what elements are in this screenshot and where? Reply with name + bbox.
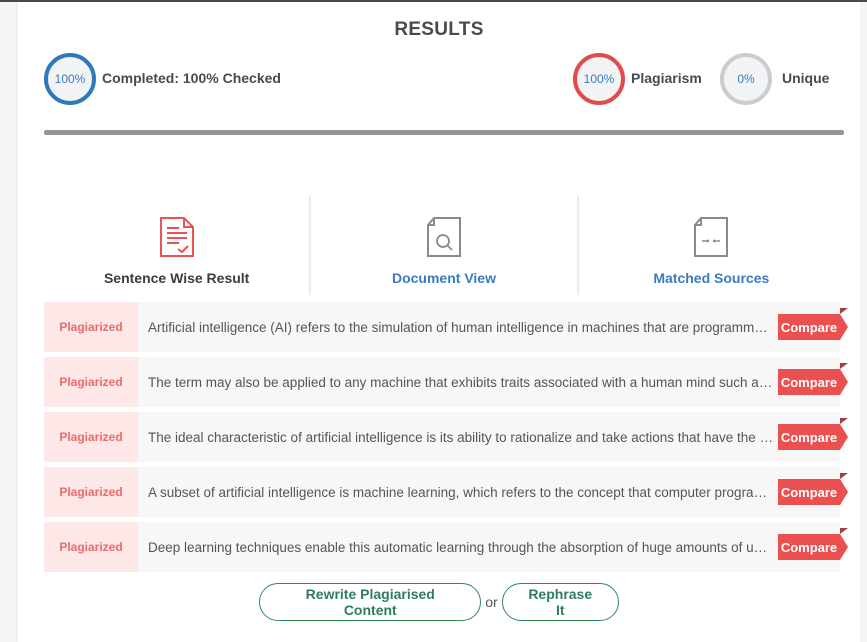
plagiarism-circle: 100%	[573, 53, 625, 105]
page-title: RESULTS	[394, 19, 484, 40]
rewrite-actions: Rewrite Plagiarised Content or Rephrase …	[18, 583, 860, 621]
result-row: Plagiarized Deep learning techniques ena…	[44, 522, 848, 572]
completed-label: Completed: 100% Checked	[102, 70, 281, 86]
sentence-text: Deep learning techniques enable this aut…	[148, 539, 774, 555]
progress-bar-fill	[44, 130, 844, 135]
unique-value: 0%	[737, 72, 755, 86]
plagiarism-label: Plagiarism	[631, 70, 702, 86]
compare-button[interactable]: Compare	[778, 363, 848, 395]
rewrite-plagiarised-content-button[interactable]: Rewrite Plagiarised Content	[259, 583, 482, 621]
tab-label: Sentence Wise Result	[103, 270, 250, 286]
completed-value: 100%	[54, 72, 86, 86]
progress-bar	[44, 130, 844, 135]
sentence-text: Artificial intelligence (AI) refers to t…	[148, 319, 774, 335]
compare-button[interactable]: Compare	[778, 473, 848, 505]
result-view-tabs: Sentence Wise Result Document View Match…	[44, 195, 844, 295]
compare-button[interactable]: Compare	[778, 308, 848, 340]
sentence-text: A subset of artificial intelligence is m…	[148, 484, 774, 500]
tab-matched-sources[interactable]: Matched Sources	[576, 195, 844, 295]
status-badge: Plagiarized	[44, 357, 138, 407]
result-row: Plagiarized The ideal characteristic of …	[44, 412, 848, 462]
tab-document-view[interactable]: Document View	[309, 195, 576, 295]
ribbon-tip	[840, 369, 848, 395]
document-compare-icon	[694, 217, 729, 257]
unique-circle: 0%	[720, 53, 772, 105]
sentence-text: The ideal characteristic of artificial i…	[148, 429, 774, 445]
unique-label: Unique	[782, 70, 830, 86]
ribbon-tip	[840, 424, 848, 450]
plagiarism-stat: 100% Plagiarism	[573, 53, 702, 105]
unique-stat: 0% Unique	[720, 53, 829, 105]
compare-label: Compare	[780, 319, 838, 335]
ribbon-tip	[840, 314, 848, 340]
compare-label: Compare	[780, 539, 838, 555]
result-row: Plagiarized The term may also be applied…	[44, 357, 848, 407]
ribbon-tip	[840, 534, 848, 560]
plagiarism-value: 100%	[583, 72, 615, 86]
compare-label: Compare	[780, 484, 838, 500]
status-badge: Plagiarized	[44, 302, 138, 352]
or-separator: or	[485, 594, 498, 610]
tab-label: Matched Sources	[653, 270, 770, 286]
result-row: Plagiarized A subset of artificial intel…	[44, 467, 848, 517]
document-check-icon	[159, 217, 194, 257]
tab-label: Document View	[391, 270, 496, 286]
ribbon-tip	[840, 479, 848, 505]
sentence-results-list: Plagiarized Artificial intelligence (AI)…	[44, 302, 864, 577]
compare-label: Compare	[780, 374, 838, 390]
result-row: Plagiarized Artificial intelligence (AI)…	[44, 302, 848, 352]
sentence-text: The term may also be applied to any mach…	[148, 374, 774, 390]
status-badge: Plagiarized	[44, 467, 138, 517]
compare-button[interactable]: Compare	[778, 528, 848, 560]
rephrase-it-button[interactable]: Rephrase It	[501, 583, 619, 621]
status-badge: Plagiarized	[44, 522, 138, 572]
tab-sentence-wise-result[interactable]: Sentence Wise Result	[44, 195, 309, 295]
compare-button[interactable]: Compare	[778, 418, 848, 450]
status-badge: Plagiarized	[44, 412, 138, 462]
document-search-icon	[426, 217, 461, 257]
completed-stat: 100% Completed: 100% Checked	[44, 53, 281, 105]
compare-label: Compare	[780, 429, 838, 445]
completed-progress-circle: 100%	[44, 53, 96, 105]
results-panel: RESULTS 100% Completed: 100% Checked 100…	[18, 2, 860, 642]
